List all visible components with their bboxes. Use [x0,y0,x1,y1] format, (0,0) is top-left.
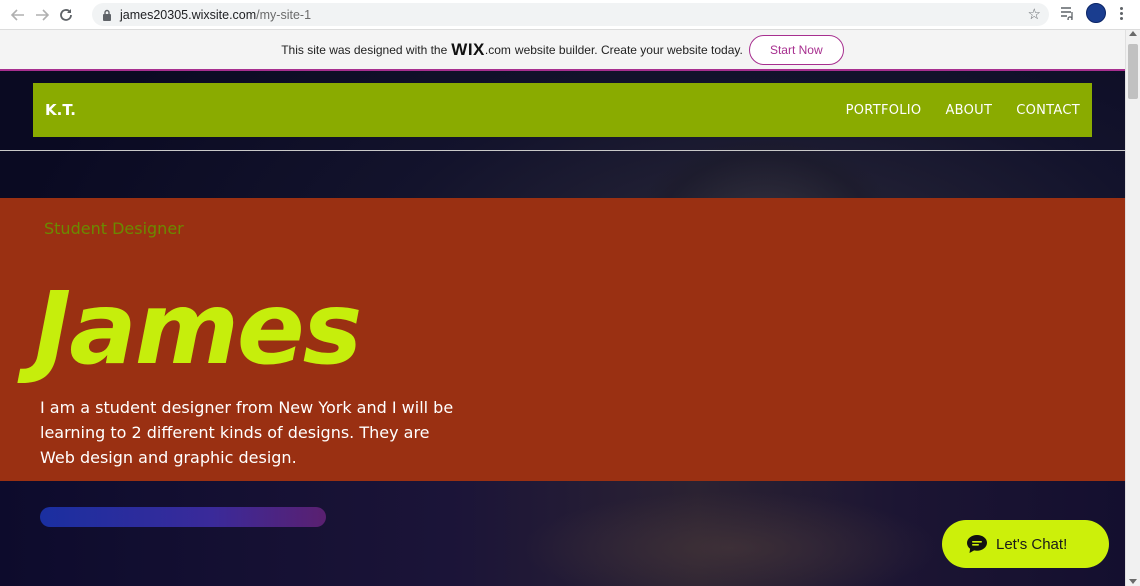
hero-subtitle: Student Designer [44,219,184,238]
address-url: james20305.wixsite.com/my-site-1 [120,8,311,22]
toolbar-actions [1058,3,1128,23]
url-domain: james20305.wixsite.com [120,7,257,22]
hero-bio: I am a student designer from New York an… [40,398,454,467]
lets-chat-button[interactable]: Let's Chat! [942,520,1109,568]
header-divider [0,150,1125,151]
site-header: K.T. PORTFOLIO ABOUT CONTACT [33,83,1092,137]
profile-avatar-icon[interactable] [1086,3,1106,23]
kebab-menu-icon[interactable] [1114,3,1128,23]
forward-arrow-icon[interactable] [30,3,54,27]
partial-button-below-fold[interactable] [40,507,326,527]
address-bar[interactable]: james20305.wixsite.com/my-site-1 ☆ [92,3,1049,26]
url-path: /my-site-1 [256,7,312,22]
nav-item-about[interactable]: ABOUT [945,103,992,118]
lock-icon [100,8,114,22]
chat-label: Let's Chat! [996,535,1068,553]
start-now-button[interactable]: Start Now [748,34,844,65]
page-scrollbar[interactable] [1125,30,1140,586]
wix-promo-text: This site was designed with the WIX .com… [281,40,743,60]
hero-section: Student Designer James I am a student de… [0,198,1125,481]
scroll-down-icon[interactable] [1129,579,1137,584]
media-queue-icon[interactable] [1058,3,1078,23]
wix-text-before: This site was designed with the [281,42,448,57]
scroll-up-icon[interactable] [1129,31,1137,36]
hero-name: James [34,270,362,387]
chat-bubble-icon [966,533,988,555]
wix-text-after: website builder. Create your website tod… [514,42,743,57]
nav-item-contact[interactable]: CONTACT [1016,103,1080,118]
bookmark-star-icon[interactable]: ☆ [1028,5,1041,23]
wix-logo-suffix: .com [484,42,511,57]
wix-logo[interactable]: WIX [451,40,485,60]
wix-promo-banner: This site was designed with the WIX .com… [0,30,1125,71]
lower-background-photo [520,491,940,586]
browser-toolbar: james20305.wixsite.com/my-site-1 ☆ [0,0,1140,30]
nav-item-portfolio[interactable]: PORTFOLIO [846,103,922,118]
back-arrow-icon[interactable] [6,3,30,27]
site-logo[interactable]: K.T. [45,101,76,119]
site-nav: PORTFOLIO ABOUT CONTACT [846,103,1080,118]
reload-icon[interactable] [54,3,78,27]
scroll-thumb[interactable] [1128,44,1138,99]
